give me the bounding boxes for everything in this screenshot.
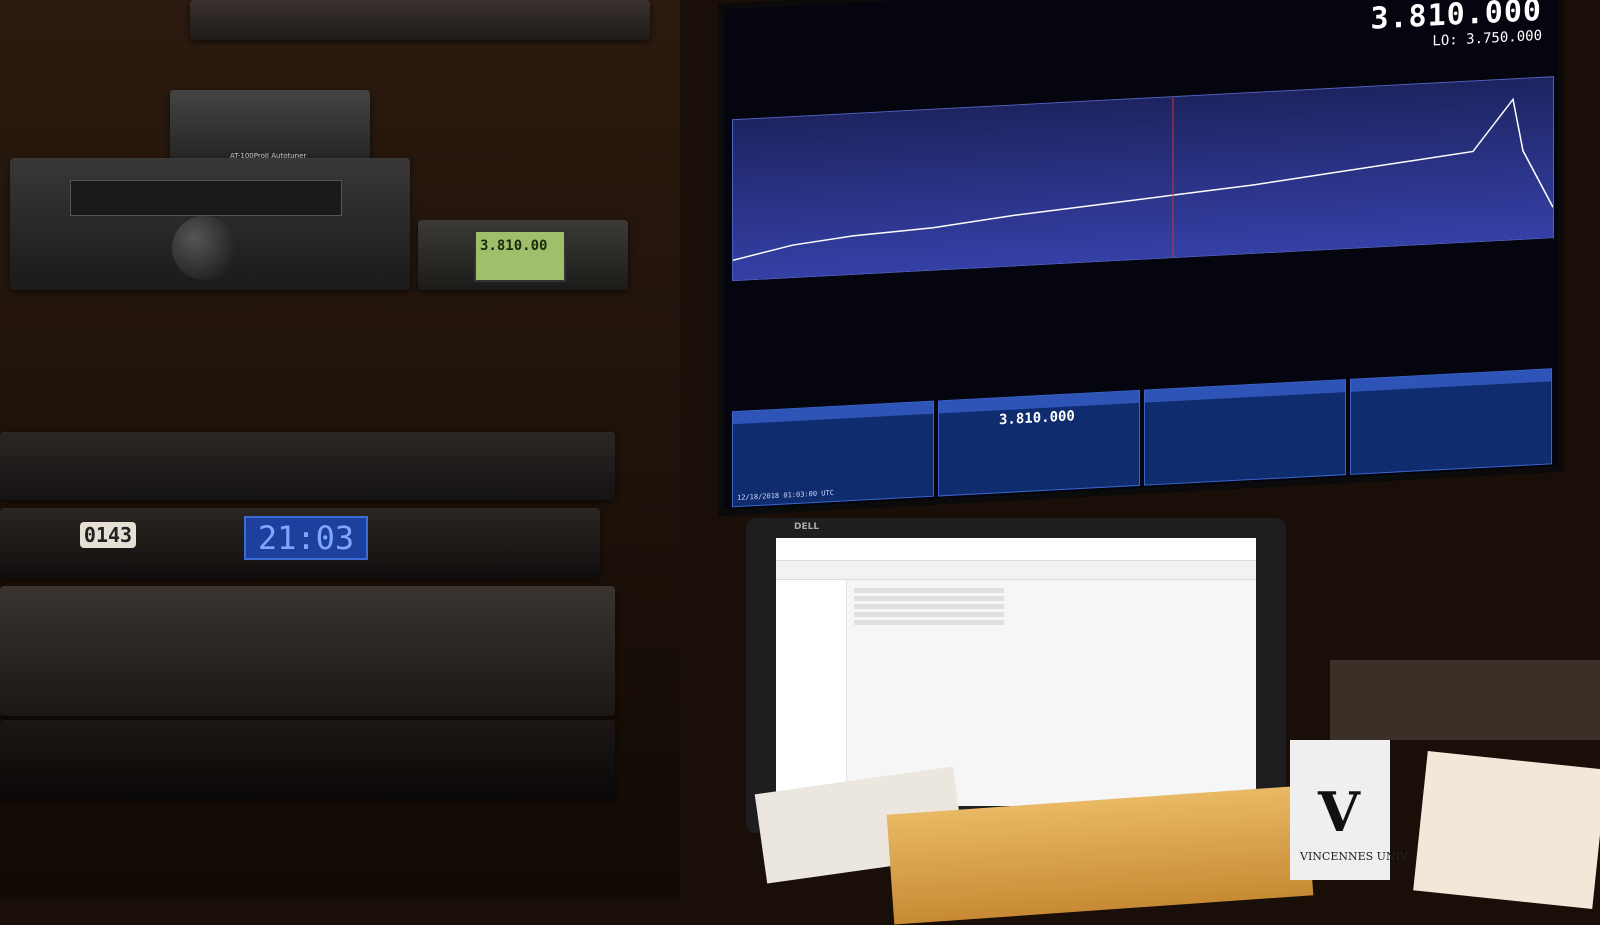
- panel-tx-control: [1350, 368, 1552, 475]
- sdr-software-screen: 3.810.000 LO: 3.750.000 12/18/2018 01:03…: [724, 0, 1558, 510]
- panel-frequency: 3.810.000: [999, 408, 1075, 429]
- file-row: [854, 596, 1004, 601]
- laptop-brand: DELL: [794, 522, 820, 532]
- vfo-knob: [172, 216, 236, 280]
- file-row: [854, 588, 1004, 593]
- graphic-equalizer: [0, 432, 615, 500]
- laptop-screen: [776, 538, 1256, 818]
- mobile-frequency: 3.810.00: [480, 238, 548, 254]
- file-row: [854, 604, 1004, 609]
- explorer-ribbon: [776, 561, 1256, 580]
- transceiver-display: [70, 180, 342, 216]
- explorer-nav-pane: [776, 580, 847, 806]
- file-row: [854, 620, 1004, 625]
- file-row: [854, 612, 1004, 617]
- counter-display: 0143: [80, 522, 136, 548]
- equipment-rack: AT-100ProII Autotuner 3.810.00 0143 21:0…: [0, 0, 680, 900]
- lo-label: LO:: [1432, 32, 1458, 50]
- explorer-titlebar: [776, 538, 1256, 561]
- notebook: [1413, 750, 1600, 910]
- antenna-tuner: AT-100ProII Autotuner: [170, 90, 370, 168]
- sdr-monitor: 3.810.000 LO: 3.750.000 12/18/2018 01:03…: [718, 0, 1564, 516]
- mobile-lcd: 3.810.00: [474, 230, 566, 282]
- background-shelf: [1330, 660, 1600, 740]
- lower-rack-unit: [0, 720, 615, 800]
- cube-text: VINCENNES UNIV: [1300, 850, 1408, 863]
- mobile-transceiver: 3.810.00: [418, 220, 628, 290]
- utc-timestamp: 12/18/2018 01:03:00 UTC: [737, 488, 834, 503]
- panel-audio-spectrum: [1144, 379, 1346, 486]
- cube-letter: V: [1318, 780, 1360, 844]
- panel-recorder: 12/18/2018 01:03:00 UTC: [732, 400, 934, 508]
- scanner-receiver: [190, 0, 650, 40]
- lo-value: 3.750.000: [1466, 27, 1542, 48]
- frequency-readout: 3.810.000 LO: 3.750.000: [1370, 0, 1542, 53]
- radio-station-photo: AT-100ProII Autotuner 3.810.00 0143 21:0…: [0, 0, 1600, 925]
- digital-clock: 21:03: [244, 516, 368, 560]
- hf-transceiver: [10, 158, 410, 290]
- audio-mixer: [0, 586, 615, 716]
- panel-receiver-control: 3.810.000: [938, 389, 1140, 497]
